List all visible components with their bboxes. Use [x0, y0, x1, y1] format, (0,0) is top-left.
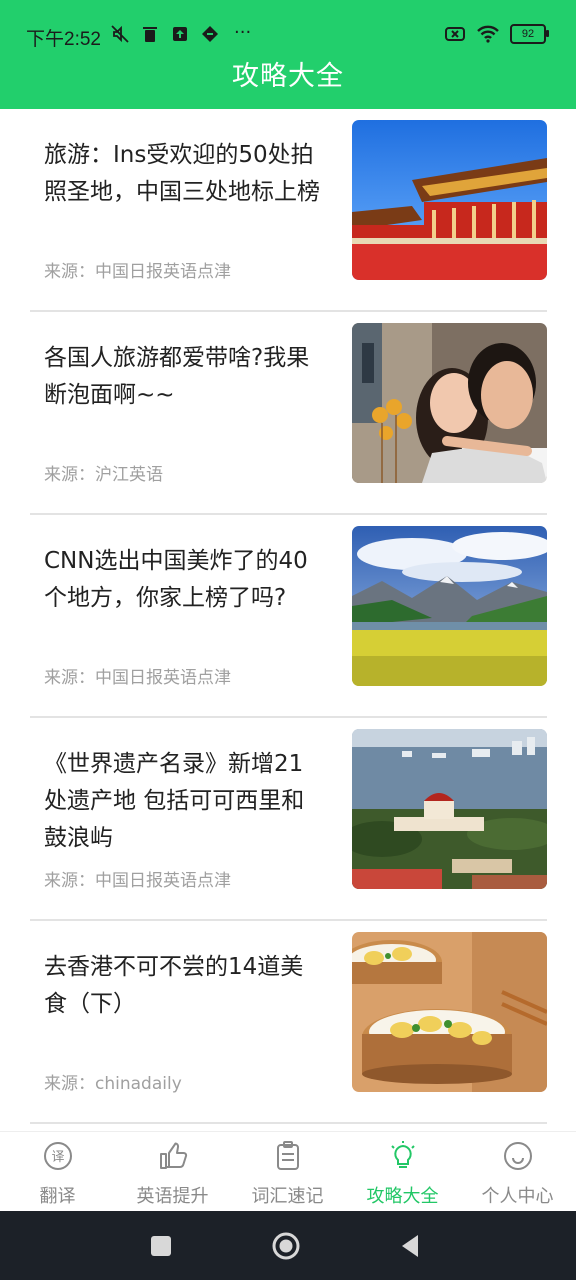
wifi-icon: [477, 25, 499, 43]
tab-label: 个人中心: [481, 1186, 554, 1207]
system-icons: 92: [444, 24, 549, 44]
article-source: 来源：chinadaily: [44, 1074, 182, 1094]
battery-indicator: 92: [510, 24, 549, 44]
tab-vocabulary[interactable]: 词汇速记: [230, 1132, 345, 1212]
status-bar: 下午2:52 ··· 92: [0, 18, 576, 54]
notification-icons: ···: [110, 24, 251, 44]
upload-icon: [173, 27, 187, 41]
article-source: 来源：中国日报英语点津: [44, 262, 231, 282]
page-title: 攻略大全: [232, 61, 344, 92]
article-item[interactable]: 去香港不可不尝的14道美食（下） 来源：chinadaily: [0, 921, 576, 1124]
article-title: 去香港不可不尝的14道美食（下）: [44, 954, 304, 1017]
translate-icon: 译: [44, 1142, 72, 1170]
article-title: 旅游：Ins受欢迎的50处拍照圣地，中国三处地标上榜: [44, 142, 320, 205]
article-thumbnail: [352, 729, 547, 889]
article-title: 《世界遗产名录》新增21处遗产地 包括可可西里和鼓浪屿: [44, 751, 305, 851]
article-item[interactable]: CNN选出中国美炸了的40个地方，你家上榜了吗? 来源：中国日报英语点津: [0, 515, 576, 718]
tab-label: 攻略大全: [366, 1186, 439, 1207]
bottom-navigation: 译 翻译 英语提升 词汇速记 攻略大全 个人中心: [0, 1131, 576, 1212]
tab-guides[interactable]: 攻略大全: [345, 1132, 460, 1212]
article-source: 来源：沪江英语: [44, 465, 163, 485]
article-thumbnail: [352, 323, 547, 483]
home-button[interactable]: [271, 1231, 301, 1261]
svg-text:译: 译: [51, 1150, 64, 1165]
article-source: 来源：中国日报英语点津: [44, 668, 231, 688]
clipboard-icon: [277, 1141, 299, 1170]
tab-profile[interactable]: 个人中心: [460, 1132, 575, 1212]
article-title: CNN选出中国美炸了的40个地方，你家上榜了吗?: [44, 548, 308, 611]
tab-english-improve[interactable]: 英语提升: [115, 1132, 230, 1212]
tab-translate[interactable]: 译 翻译: [0, 1132, 115, 1212]
status-time: 下午2:52: [26, 29, 101, 50]
article-thumbnail: [352, 526, 547, 686]
tab-label: 英语提升: [136, 1186, 209, 1207]
back-button[interactable]: [396, 1231, 426, 1261]
thumbs-up-icon: [160, 1142, 188, 1169]
article-thumbnail: [352, 932, 547, 1092]
tab-label: 词汇速记: [251, 1186, 324, 1207]
article-thumbnail: [352, 120, 547, 280]
battery-level: 92: [521, 28, 535, 40]
system-navigation-bar: [0, 1211, 576, 1280]
tab-label: 翻译: [39, 1186, 76, 1207]
divider: [30, 1122, 547, 1124]
smiley-icon: [504, 1142, 532, 1170]
article-title: 各国人旅游都爱带啥?我果断泡面啊~~: [44, 345, 310, 408]
article-item[interactable]: 旅游：Ins受欢迎的50处拍照圣地，中国三处地标上榜 来源：中国日报英语点津: [0, 109, 576, 312]
article-item[interactable]: 《世界遗产名录》新增21处遗产地 包括可可西里和鼓浪屿 来源：中国日报英语点津: [0, 718, 576, 921]
sim-off-icon: [445, 27, 465, 41]
app-header: 下午2:52 ··· 92 攻略大全: [0, 0, 576, 109]
mute-icon: [111, 25, 129, 43]
trash-icon: [143, 27, 157, 42]
app-badge-icon: [202, 26, 218, 42]
article-item[interactable]: 各国人旅游都爱带啥?我果断泡面啊~~ 来源：沪江英语: [0, 312, 576, 515]
lightbulb-icon: [391, 1141, 415, 1168]
more-notifications: ···: [234, 22, 252, 43]
recents-button[interactable]: [146, 1231, 176, 1261]
article-source: 来源：中国日报英语点津: [44, 871, 231, 891]
